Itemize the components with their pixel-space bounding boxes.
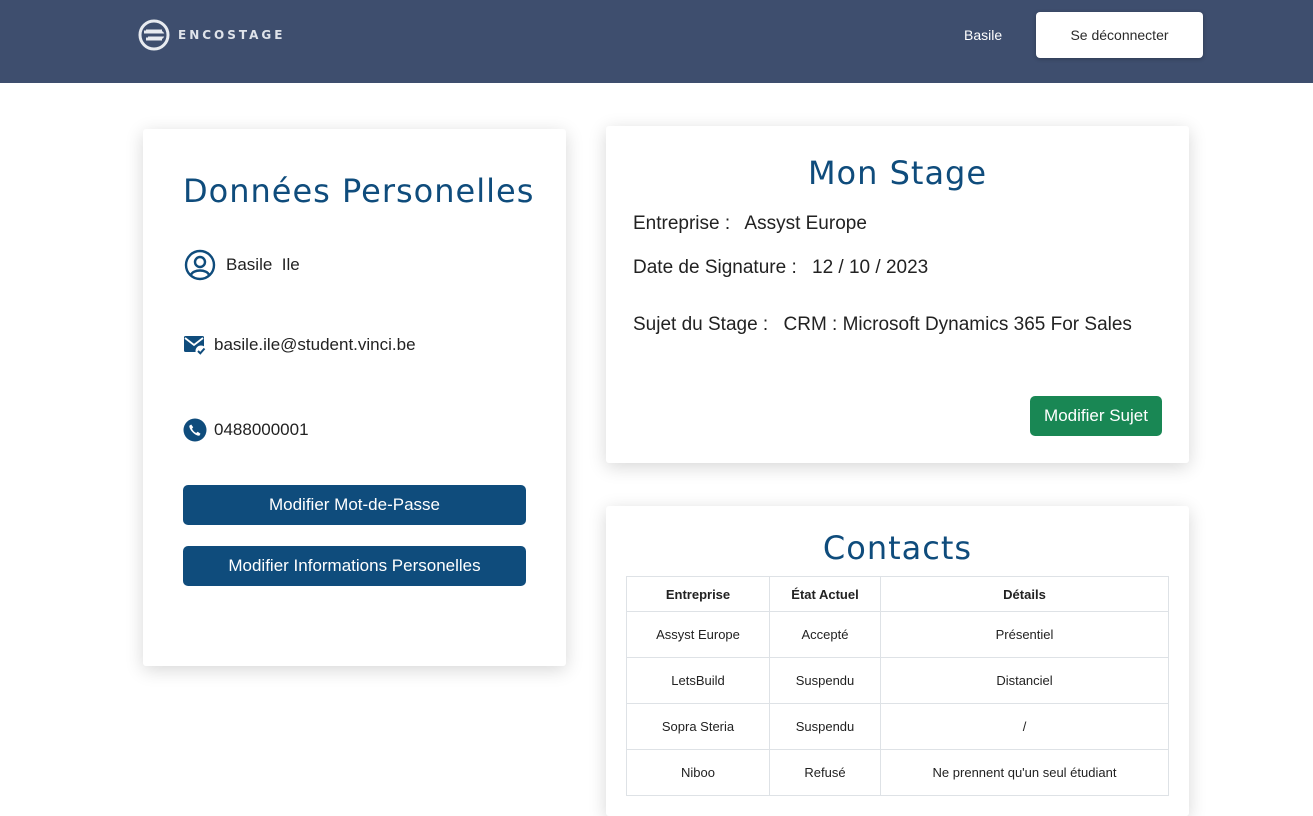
navbar: ENCOSTAGE Basile Se déconnecter [0, 0, 1313, 83]
column-header-details: Détails [880, 576, 1169, 612]
full-name: Basile Ile [226, 255, 300, 274]
subject-row: Sujet du Stage : CRM : Microsoft Dynamic… [633, 314, 1132, 336]
column-header-company: Entreprise [626, 576, 770, 612]
cell-status: Suspendu [769, 703, 881, 750]
cell-details: Présentiel [880, 611, 1169, 658]
cell-company: Sopra Steria [626, 703, 770, 750]
personal-data-card: Données Personelles Basile Ile basile.il… [143, 129, 566, 666]
cell-status: Refusé [769, 749, 881, 796]
company-label: Entreprise : [633, 213, 731, 234]
cell-company: LetsBuild [626, 657, 770, 704]
logo[interactable]: ENCOSTAGE [138, 19, 285, 51]
signature-label: Date de Signature : [633, 257, 797, 278]
company-row: Entreprise : Assyst Europe [633, 213, 867, 235]
phone: 0488000001 [214, 420, 309, 439]
subject-label: Sujet du Stage : [633, 314, 769, 335]
nav-user-name[interactable]: Basile [964, 27, 1002, 44]
logout-button[interactable]: Se déconnecter [1036, 12, 1203, 58]
cell-details: / [880, 703, 1169, 750]
personal-data-title: Données Personelles [183, 172, 535, 210]
name-row: Basile Ile [184, 249, 300, 281]
email-row: basile.ile@student.vinci.be [183, 333, 416, 357]
change-password-button[interactable]: Modifier Mot-de-Passe [183, 485, 526, 525]
column-header-status: État Actuel [769, 576, 881, 612]
edit-subject-button[interactable]: Modifier Sujet [1030, 396, 1162, 436]
logo-icon [138, 19, 170, 51]
table-row[interactable]: Assyst Europe Accepté Présentiel [626, 611, 1169, 658]
table-header-row: Entreprise État Actuel Détails [626, 576, 1169, 612]
signature-row: Date de Signature : 12 / 10 / 2023 [633, 257, 928, 279]
cell-status: Accepté [769, 611, 881, 658]
internship-card: Mon Stage Entreprise : Assyst Europe Dat… [606, 126, 1189, 463]
company-value: Assyst Europe [744, 213, 867, 234]
cell-details: Distanciel [880, 657, 1169, 704]
cell-company: Assyst Europe [626, 611, 770, 658]
cell-status: Suspendu [769, 657, 881, 704]
phone-icon [183, 418, 207, 442]
internship-title: Mon Stage [807, 154, 988, 192]
signature-date: 12 / 10 / 2023 [812, 257, 929, 278]
mail-check-icon [183, 333, 207, 357]
contacts-card: Contacts Entreprise État Actuel Détails … [606, 506, 1189, 816]
phone-row: 0488000001 [183, 418, 309, 442]
table-row[interactable]: Niboo Refusé Ne prennent qu'un seul étud… [626, 749, 1169, 796]
table-row[interactable]: Sopra Steria Suspendu / [626, 703, 1169, 750]
user-circle-icon [184, 249, 216, 281]
table-row[interactable]: LetsBuild Suspendu Distanciel [626, 657, 1169, 704]
cell-details: Ne prennent qu'un seul étudiant [880, 749, 1169, 796]
contacts-title: Contacts [822, 529, 973, 567]
logo-text: ENCOSTAGE [178, 28, 286, 42]
subject-value: CRM : Microsoft Dynamics 365 For Sales [783, 314, 1132, 335]
cell-company: Niboo [626, 749, 770, 796]
contacts-table: Entreprise État Actuel Détails Assyst Eu… [626, 576, 1169, 796]
edit-personal-info-button[interactable]: Modifier Informations Personelles [183, 546, 526, 586]
email: basile.ile@student.vinci.be [214, 335, 416, 354]
